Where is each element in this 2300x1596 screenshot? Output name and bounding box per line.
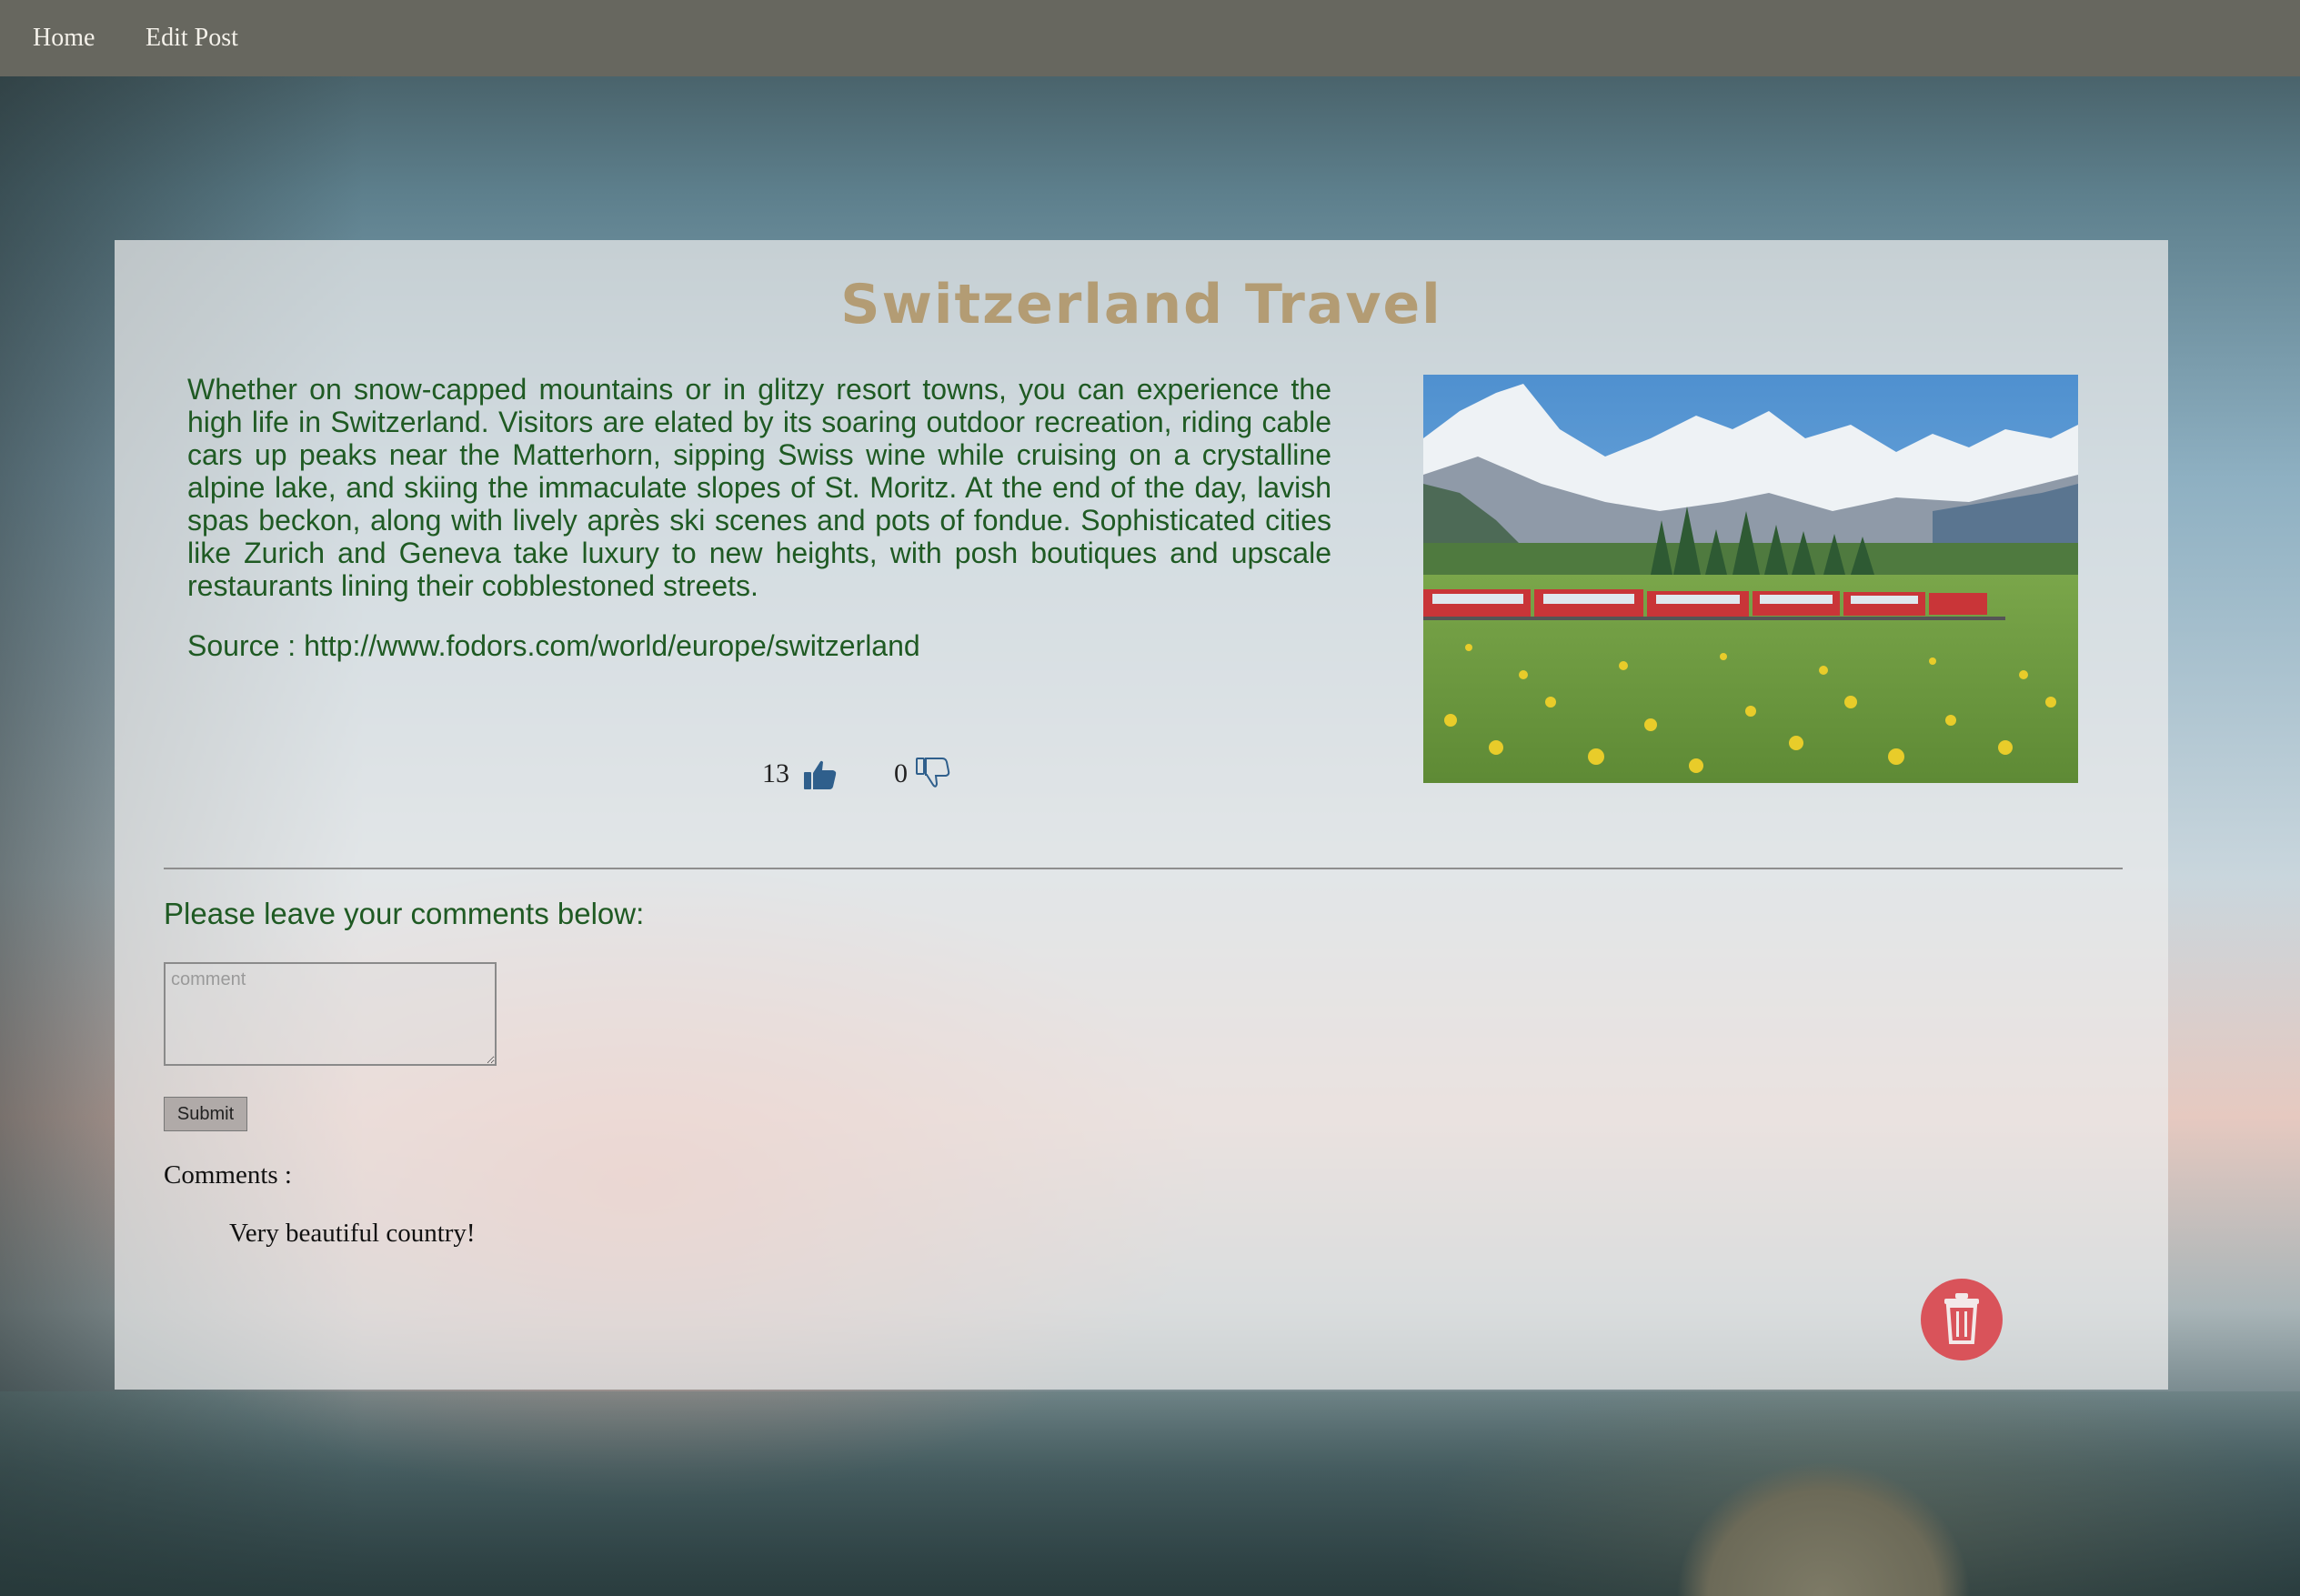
trash-icon xyxy=(1944,1293,1979,1344)
comment-item: Very beautiful country! xyxy=(229,1219,476,1248)
post-source: Source : http://www.fodors.com/world/eur… xyxy=(187,629,920,662)
nav-edit-post-link[interactable]: Edit Post xyxy=(146,24,238,53)
mountain-train-photo xyxy=(1423,375,2078,783)
delete-post-button[interactable] xyxy=(1921,1279,2003,1360)
background-rock xyxy=(1619,1391,2028,1596)
nav-home-link[interactable]: Home xyxy=(33,24,95,53)
post-title: Switzerland Travel xyxy=(840,273,1442,336)
comment-prompt: Please leave your comments below: xyxy=(164,897,645,930)
post-image xyxy=(1423,375,2078,783)
navbar: Home Edit Post xyxy=(0,0,2300,76)
like-count: 13 xyxy=(762,758,789,788)
post-card: Switzerland Travel Whether on snow-cappe… xyxy=(115,240,2168,1390)
section-divider xyxy=(164,868,2123,869)
dislike-count: 0 xyxy=(894,758,908,788)
submit-button[interactable]: Submit xyxy=(164,1097,247,1131)
thumbs-down-icon[interactable] xyxy=(915,757,951,789)
comments-label: Comments : xyxy=(164,1160,292,1189)
post-description: Whether on snow-capped mountains or in g… xyxy=(187,373,1331,602)
comment-input[interactable] xyxy=(164,962,497,1066)
thumbs-up-icon[interactable] xyxy=(802,758,839,791)
